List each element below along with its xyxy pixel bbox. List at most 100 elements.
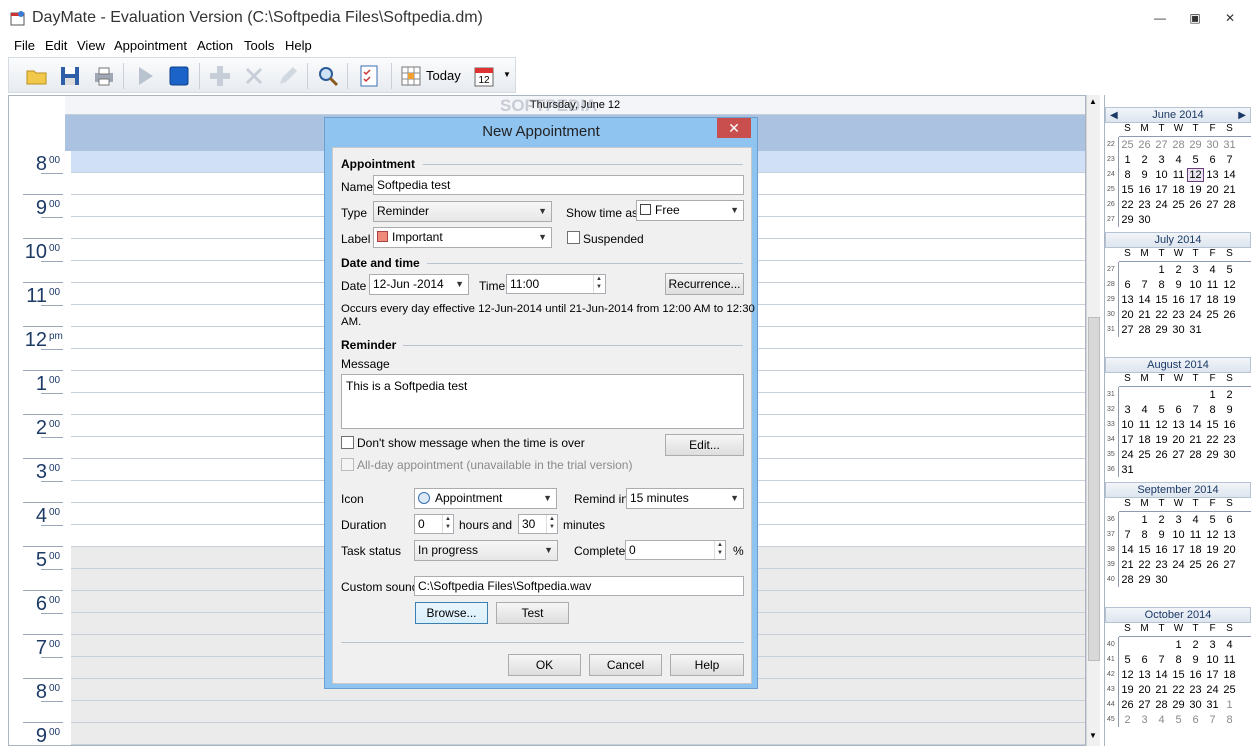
mini-day[interactable]: 1: [1204, 389, 1221, 401]
mini-day[interactable]: 30: [1170, 324, 1187, 336]
dont-show-checkbox[interactable]: [341, 436, 354, 449]
mini-day[interactable]: 29: [1170, 699, 1187, 711]
mini-day[interactable]: 13: [1119, 294, 1136, 306]
mini-day[interactable]: 9: [1221, 404, 1238, 416]
mini-day[interactable]: 30: [1204, 139, 1221, 151]
mini-day[interactable]: 24: [1187, 309, 1204, 321]
mini-day[interactable]: 24: [1204, 684, 1221, 696]
mini-day[interactable]: 8: [1204, 404, 1221, 416]
complete-spinner[interactable]: ▲ ▼: [714, 541, 725, 559]
mini-day[interactable]: 3: [1204, 639, 1221, 651]
mini-day[interactable]: 31: [1221, 139, 1238, 151]
mini-day[interactable]: 23: [1221, 434, 1238, 446]
mini-day[interactable]: 21: [1119, 559, 1136, 571]
mini-day[interactable]: 6: [1136, 654, 1153, 666]
menu-action[interactable]: Action: [197, 38, 233, 53]
mini-day[interactable]: 24: [1119, 449, 1136, 461]
date-picker[interactable]: 12-Jun -2014 ▼: [369, 274, 469, 295]
mini-day[interactable]: 21: [1153, 684, 1170, 696]
mini-day[interactable]: 4: [1204, 264, 1221, 276]
mini-day[interactable]: 24: [1153, 199, 1170, 211]
mini-day[interactable]: 4: [1170, 154, 1187, 166]
calendar-date-icon[interactable]: 12: [473, 64, 497, 88]
label-select[interactable]: Important ▼: [373, 227, 552, 248]
mini-day[interactable]: 27: [1170, 449, 1187, 461]
mini-day[interactable]: 20: [1170, 434, 1187, 446]
time-slot[interactable]: [71, 745, 1086, 746]
save-icon[interactable]: [58, 64, 82, 88]
mini-day[interactable]: 16: [1153, 544, 1170, 556]
mini-day[interactable]: 5: [1170, 714, 1187, 726]
time-slot[interactable]: [71, 701, 1085, 723]
next-month-icon[interactable]: ▶: [1238, 108, 1246, 123]
mini-day[interactable]: 8: [1170, 654, 1187, 666]
mini-day[interactable]: 12: [1204, 529, 1221, 541]
mini-day[interactable]: 31: [1119, 464, 1136, 476]
maximize-button[interactable]: ▣: [1185, 10, 1205, 26]
mini-day[interactable]: 15: [1153, 294, 1170, 306]
mini-day[interactable]: 21: [1136, 309, 1153, 321]
mini-day[interactable]: 30: [1136, 214, 1153, 226]
mini-day[interactable]: 22: [1136, 559, 1153, 571]
mini-day[interactable]: 1: [1136, 514, 1153, 526]
mini-day[interactable]: 30: [1153, 574, 1170, 586]
mini-day[interactable]: 7: [1119, 529, 1136, 541]
mini-day[interactable]: 19: [1221, 294, 1238, 306]
delete-icon[interactable]: [242, 64, 266, 88]
mini-day[interactable]: 24: [1170, 559, 1187, 571]
mini-day[interactable]: 14: [1136, 294, 1153, 306]
mini-day[interactable]: 1: [1119, 154, 1136, 166]
mini-day[interactable]: 20: [1136, 684, 1153, 696]
menu-view[interactable]: View: [77, 38, 105, 53]
mini-day[interactable]: 19: [1119, 684, 1136, 696]
mini-day[interactable]: 22: [1170, 684, 1187, 696]
mini-day[interactable]: 15: [1119, 184, 1136, 196]
icon-select[interactable]: Appointment ▼: [414, 488, 557, 509]
time-slot[interactable]: [71, 723, 1085, 745]
mini-day[interactable]: 14: [1187, 419, 1204, 431]
edit-button[interactable]: Edit...: [665, 434, 744, 456]
mini-day[interactable]: 26: [1221, 309, 1238, 321]
mini-day[interactable]: 17: [1153, 184, 1170, 196]
mini-day[interactable]: 9: [1153, 529, 1170, 541]
task-list-icon[interactable]: [357, 64, 381, 88]
find-icon[interactable]: [316, 64, 340, 88]
mini-day[interactable]: 8: [1221, 714, 1238, 726]
mini-day[interactable]: 26: [1136, 139, 1153, 151]
mini-day[interactable]: 2: [1153, 514, 1170, 526]
mini-day[interactable]: 2: [1136, 154, 1153, 166]
prev-month-icon[interactable]: ◀: [1110, 108, 1118, 123]
allday-checkbox[interactable]: [341, 458, 354, 471]
mini-day[interactable]: 10: [1153, 169, 1170, 181]
name-field[interactable]: Softpedia test: [373, 175, 744, 195]
cancel-button[interactable]: Cancel: [589, 654, 662, 676]
mini-day[interactable]: 1: [1221, 699, 1238, 711]
mini-day[interactable]: 9: [1187, 654, 1204, 666]
mini-day[interactable]: 17: [1204, 669, 1221, 681]
mini-day[interactable]: 29: [1153, 324, 1170, 336]
mini-day[interactable]: 25: [1136, 449, 1153, 461]
type-select[interactable]: Reminder ▼: [373, 201, 552, 222]
time-field[interactable]: 11:00: [506, 274, 606, 294]
add-icon[interactable]: [208, 64, 232, 88]
show-time-select[interactable]: Free ▼: [636, 200, 744, 221]
mini-day[interactable]: 21: [1187, 434, 1204, 446]
mini-day[interactable]: 5: [1204, 514, 1221, 526]
mini-day[interactable]: 11: [1136, 419, 1153, 431]
mini-day[interactable]: 6: [1170, 404, 1187, 416]
mini-day[interactable]: 18: [1204, 294, 1221, 306]
mini-day[interactable]: 6: [1221, 514, 1238, 526]
mini-day[interactable]: 16: [1221, 419, 1238, 431]
menu-help[interactable]: Help: [285, 38, 312, 53]
mini-day[interactable]: 25: [1119, 139, 1136, 151]
mini-day[interactable]: 10: [1187, 279, 1204, 291]
recurrence-button[interactable]: Recurrence...: [665, 273, 744, 295]
mini-day[interactable]: 10: [1119, 419, 1136, 431]
mini-day[interactable]: 14: [1119, 544, 1136, 556]
mini-day[interactable]: 16: [1170, 294, 1187, 306]
mini-day[interactable]: 26: [1204, 559, 1221, 571]
mini-day[interactable]: 29: [1187, 139, 1204, 151]
mini-day[interactable]: 11: [1221, 654, 1238, 666]
print-icon[interactable]: [92, 64, 116, 88]
mini-day[interactable]: 18: [1170, 184, 1187, 196]
